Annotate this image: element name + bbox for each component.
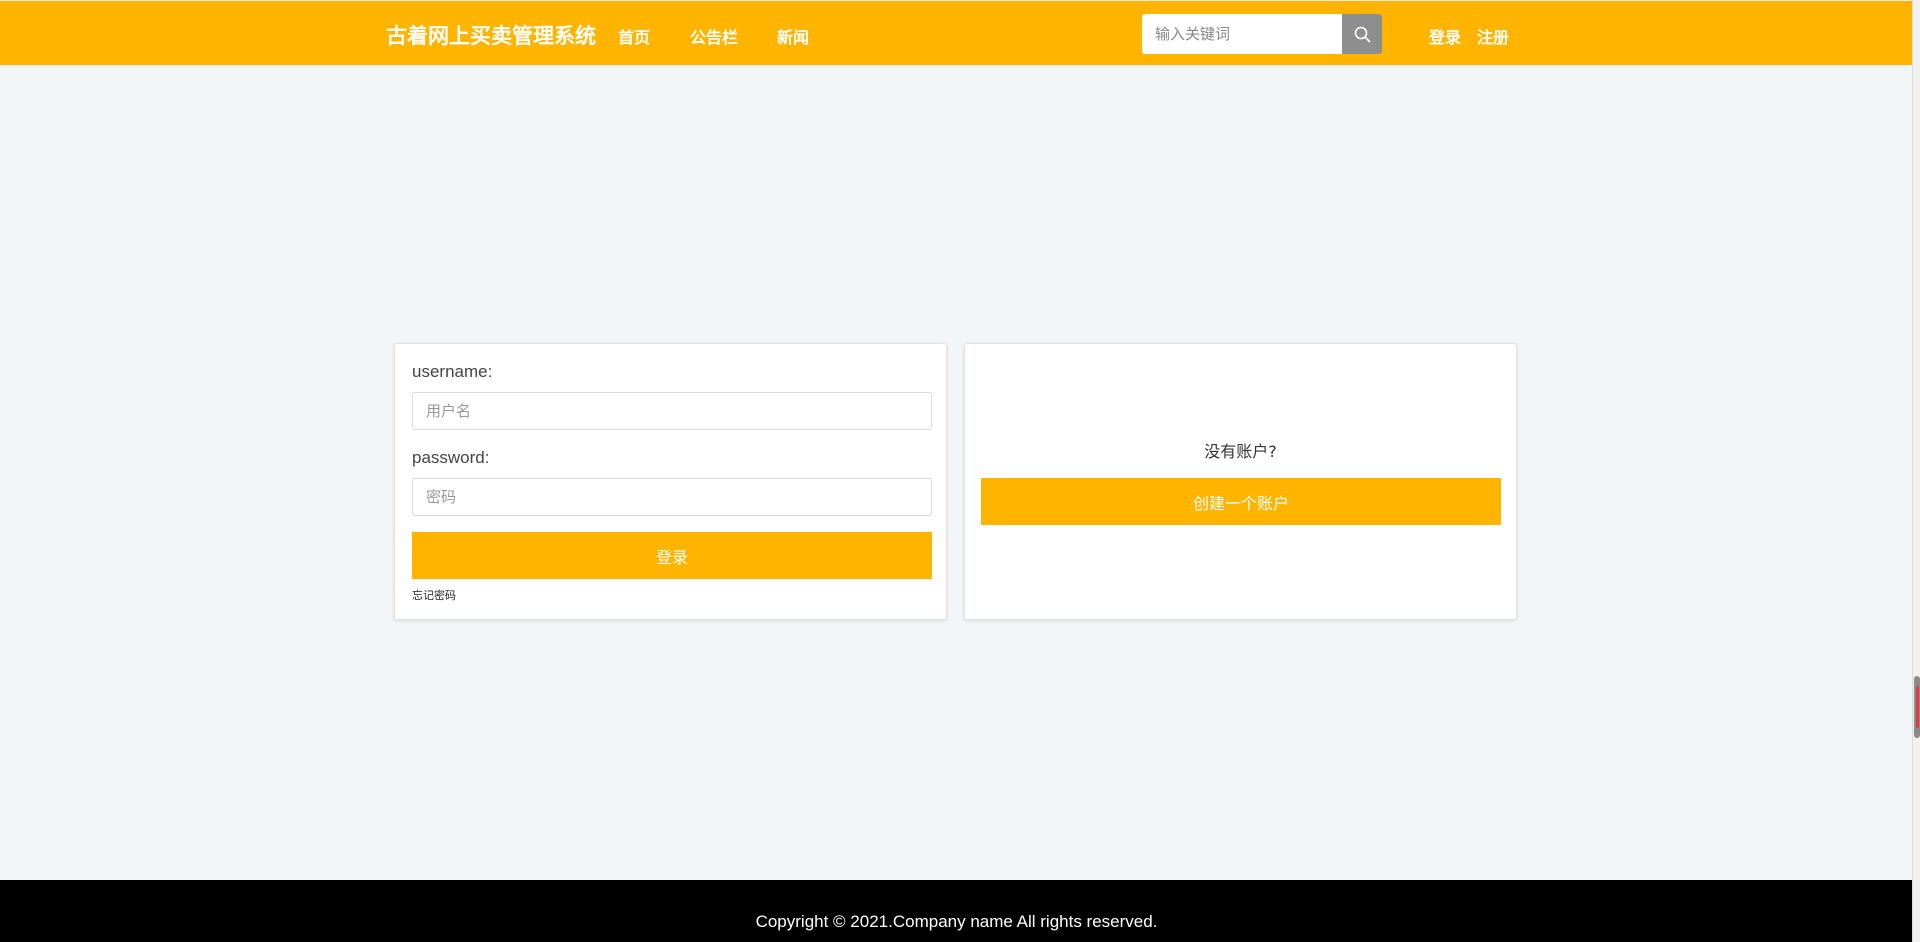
search-bar (1142, 14, 1382, 54)
register-panel: 没有账户? 创建一个账户 (964, 343, 1517, 620)
scrollbar-thumb-accent (1916, 686, 1919, 728)
username-label: username: (412, 362, 493, 381)
create-account-button[interactable]: 创建一个账户 (981, 478, 1501, 525)
site-title: 古着网上买卖管理系统 (386, 24, 596, 48)
password-label: password: (412, 448, 490, 467)
copyright-text: Copyright © 2021.Company name All rights… (755, 912, 1158, 931)
search-input[interactable] (1142, 14, 1342, 54)
forgot-password-link[interactable]: 忘记密码 (412, 587, 456, 603)
nav-link-news[interactable]: 新闻 (777, 24, 809, 48)
search-button[interactable] (1342, 14, 1382, 54)
search-icon (1354, 26, 1370, 42)
login-button[interactable]: 登录 (412, 532, 932, 579)
no-account-prompt: 没有账户? (1204, 442, 1277, 461)
register-link[interactable]: 注册 (1477, 24, 1509, 48)
footer: Copyright © 2021.Company name All rights… (0, 880, 1913, 942)
login-panel: username: password: 登录 忘记密码 (394, 343, 947, 620)
scrollbar-thumb[interactable] (1914, 676, 1920, 738)
nav-link-home[interactable]: 首页 (618, 24, 650, 48)
top-navbar: 古着网上买卖管理系统 首页 公告栏 新闻 登录 注册 (0, 0, 1913, 65)
username-input[interactable] (412, 392, 932, 430)
login-link[interactable]: 登录 (1429, 24, 1461, 48)
password-input[interactable] (412, 478, 932, 516)
nav-link-notice-board[interactable]: 公告栏 (690, 24, 738, 48)
vertical-scrollbar[interactable] (1912, 0, 1920, 942)
